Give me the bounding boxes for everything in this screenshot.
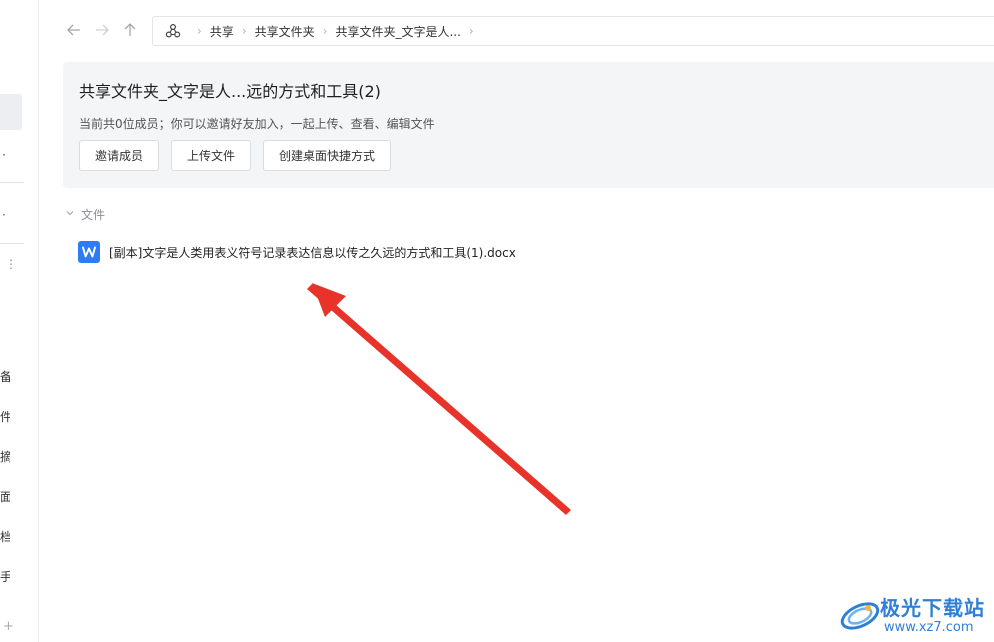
files-section-header[interactable]: 文件 [66,206,105,223]
sidebar-item-label[interactable]: 备 [0,370,10,384]
chevron-right-icon: › [322,24,328,38]
share-network-icon[interactable] [165,23,181,39]
sidebar-divider [0,182,24,183]
chevron-right-icon: › [197,24,202,38]
arrow-right-icon[interactable] [94,22,110,42]
watermark-url: www.xz7.com [884,620,974,635]
breadcrumb: › 共享 › 共享文件夹 › 共享文件夹_文字是人... › [152,16,994,46]
left-sidebar: · · ⋮ 备 件 摘 面 档 手 + [0,0,39,642]
watermark-logo-icon [840,602,880,630]
section-label: 文件 [81,208,106,222]
arrow-left-icon[interactable] [66,22,82,42]
folder-header: 共享文件夹_文字是人...远的方式和工具(2) 当前共0位成员；你可以邀请好友加… [63,62,994,188]
breadcrumb-item[interactable]: 共享 [210,23,234,40]
create-desktop-shortcut-button[interactable]: 创建桌面快捷方式 [263,140,391,171]
invite-members-button[interactable]: 邀请成员 [79,140,159,171]
file-name: [副本]文字是人类用表义符号记录表达信息以传之久远的方式和工具(1).docx [109,245,516,260]
breadcrumb-item-current[interactable]: 共享文件夹_文字是人... [335,23,460,40]
chevron-right-icon[interactable]: › [469,24,474,38]
wps-writer-icon [78,241,100,263]
breadcrumb-item[interactable]: 共享文件夹 [255,23,315,40]
watermark: 极光下载站 www.xz7.com [838,588,994,642]
sidebar-active-item[interactable] [0,94,22,130]
arrow-up-icon[interactable] [122,22,138,42]
sidebar-item-label[interactable]: 档 [0,530,10,544]
sidebar-item-dot[interactable]: · [2,149,6,161]
sidebar-item-label[interactable]: 手 [0,570,10,584]
member-info-text: 当前共0位成员；你可以邀请好友加入，一起上传、查看、编辑文件 [79,117,435,131]
chevron-right-icon: › [241,24,247,38]
more-vertical-icon[interactable]: ⋮ [5,258,17,270]
add-icon[interactable]: + [3,620,14,634]
sidebar-item-label[interactable]: 件 [0,410,10,424]
sidebar-item-label[interactable]: 摘 [0,450,10,464]
sidebar-item-dot[interactable]: · [2,209,6,221]
sidebar-divider [0,243,24,244]
file-list-item[interactable]: [副本]文字是人类用表义符号记录表达信息以传之久远的方式和工具(1).docx [78,240,516,264]
sidebar-item-label[interactable]: 面 [0,490,10,504]
upload-file-button[interactable]: 上传文件 [171,140,251,171]
page-title: 共享文件夹_文字是人...远的方式和工具(2) [79,82,381,101]
watermark-brand: 极光下载站 [880,596,985,620]
chevron-down-icon [66,209,74,220]
